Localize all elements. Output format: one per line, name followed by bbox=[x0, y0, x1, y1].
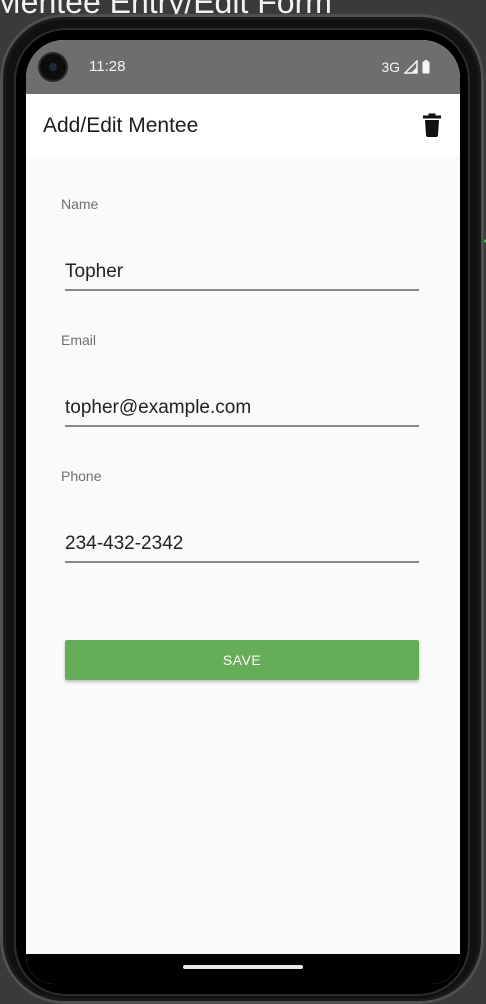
phone-field[interactable] bbox=[65, 527, 419, 563]
name-label: Name bbox=[61, 196, 99, 212]
delete-icon[interactable] bbox=[423, 113, 441, 137]
home-indicator[interactable] bbox=[183, 965, 303, 969]
status-time: 11:28 bbox=[89, 58, 126, 75]
app-bar: Add/Edit Mentee bbox=[26, 94, 460, 156]
name-field[interactable] bbox=[65, 255, 419, 291]
app-bar-title: Add/Edit Mentee bbox=[43, 114, 199, 137]
save-button[interactable]: SAVE bbox=[65, 640, 419, 680]
status-indicators: 3G bbox=[381, 57, 430, 77]
email-field[interactable] bbox=[65, 391, 419, 427]
battery-icon bbox=[422, 60, 430, 74]
status-bar: 11:28 3G bbox=[26, 40, 460, 94]
email-label: Email bbox=[61, 332, 97, 348]
navigation-bar bbox=[26, 954, 460, 984]
mentee-form: Name Email Phone SAVE bbox=[26, 156, 460, 956]
phone-screen: 11:28 3G Add/Edit Mentee Name Topher Ema… bbox=[26, 40, 460, 984]
signal-icon bbox=[404, 60, 418, 74]
network-type: 3G bbox=[381, 59, 400, 75]
page: Mentee Entry/Edit Form 11:28 3G Add/Edit… bbox=[0, 0, 486, 1004]
phone-label: Phone bbox=[61, 468, 102, 484]
camera-icon bbox=[40, 54, 66, 80]
